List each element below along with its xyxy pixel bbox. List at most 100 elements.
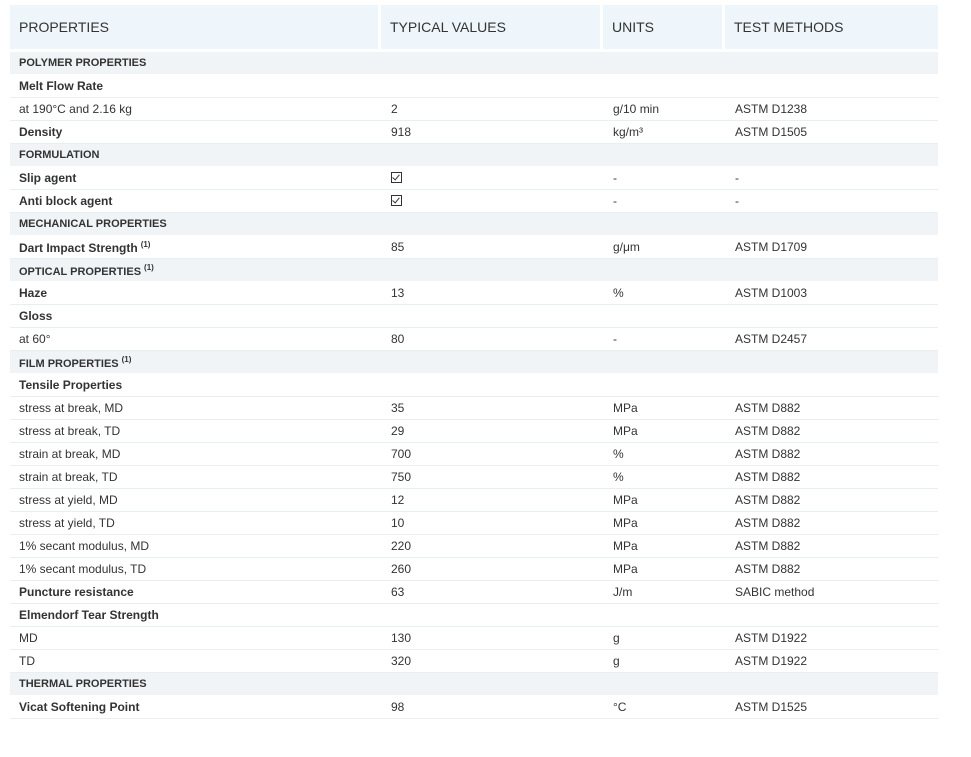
table-row: stress at break, TD 29 MPa ASTM D882 (10, 420, 938, 443)
test-method: - (725, 190, 938, 213)
property-cell: 1% secant modulus, TD (10, 558, 381, 581)
section-title: FILM PROPERTIES (19, 357, 119, 370)
test-method: ASTM D882 (725, 443, 938, 466)
unit-value: °C (603, 696, 725, 719)
property-cell: Puncture resistance (10, 581, 381, 604)
property-name: strain at break, MD (19, 447, 121, 461)
property-name: 1% secant modulus, TD (19, 562, 147, 576)
header-units: UNITS (603, 5, 725, 49)
property-cell: 1% secant modulus, MD (10, 535, 381, 558)
property-cell: Density (10, 121, 381, 144)
typical-value: 85 (381, 236, 603, 259)
test-method: ASTM D1922 (725, 627, 938, 650)
section-header-row: POLYMER PROPERTIES (10, 52, 938, 75)
section-header-row: MECHANICAL PROPERTIES (10, 213, 938, 236)
property-cell: stress at yield, TD (10, 512, 381, 535)
typical-value: 220 (381, 535, 603, 558)
section-header-row: FILM PROPERTIES (1) (10, 351, 938, 374)
subheading-label: Gloss (10, 305, 938, 328)
test-method: ASTM D882 (725, 558, 938, 581)
footnote-marker: (1) (144, 262, 154, 272)
property-cell: stress at break, TD (10, 420, 381, 443)
test-method: ASTM D882 (725, 466, 938, 489)
unit-value: MPa (603, 535, 725, 558)
test-method: ASTM D882 (725, 420, 938, 443)
property-cell: at 190°C and 2.16 kg (10, 98, 381, 121)
property-cell: Haze (10, 282, 381, 305)
unit-value: % (603, 282, 725, 305)
unit-value: - (603, 167, 725, 190)
section-title: THERMAL PROPERTIES (19, 678, 147, 690)
test-method: ASTM D882 (725, 512, 938, 535)
table-row: Haze 13% ASTM D1003 (10, 282, 938, 305)
header-typical-values: TYPICAL VALUES (381, 5, 603, 49)
unit-value: MPa (603, 420, 725, 443)
property-cell: stress at break, MD (10, 397, 381, 420)
typical-value: 750 (381, 466, 603, 489)
property-cell: strain at break, MD (10, 443, 381, 466)
property-cell: MD (10, 627, 381, 650)
section-label: POLYMER PROPERTIES (10, 52, 938, 75)
unit-value: MPa (603, 512, 725, 535)
unit-value: g/10 min (603, 98, 725, 121)
test-method: ASTM D1505 (725, 121, 938, 144)
property-cell: Anti block agent (10, 190, 381, 213)
test-method: ASTM D1709 (725, 236, 938, 259)
header-test-methods: TEST METHODS (725, 5, 938, 49)
unit-value: MPa (603, 397, 725, 420)
property-name: Density (19, 125, 63, 139)
subheading-row: Tensile Properties (10, 374, 938, 397)
typical-value: 98 (381, 696, 603, 719)
property-name: Haze (19, 286, 48, 300)
unit-value: g (603, 627, 725, 650)
value-cell (381, 167, 603, 190)
property-cell: TD (10, 650, 381, 673)
table-row: Density 918 kg/m³ ASTM D1505 (10, 121, 938, 144)
table-row: 1% secant modulus, TD 260 MPa ASTM D882 (10, 558, 938, 581)
subheading-label: Melt Flow Rate (10, 75, 938, 98)
section-label: FILM PROPERTIES (1) (10, 351, 938, 374)
unit-value: MPa (603, 558, 725, 581)
section-label: MECHANICAL PROPERTIES (10, 213, 938, 236)
table-row: Dart Impact Strength (1) 85 g/μm ASTM D1709 (10, 236, 938, 259)
typical-value: 2 (381, 98, 603, 121)
table-row: TD 320 g ASTM D1922 (10, 650, 938, 673)
property-name: stress at yield, MD (19, 493, 118, 507)
property-cell: strain at break, TD (10, 466, 381, 489)
test-method: ASTM D1922 (725, 650, 938, 673)
subheading-row: Gloss (10, 305, 938, 328)
property-cell: Dart Impact Strength (1) (10, 236, 381, 259)
typical-value: 260 (381, 558, 603, 581)
table-row: Puncture resistance 63 J/m SABIC method (10, 581, 938, 604)
value-cell (381, 190, 603, 213)
test-method: ASTM D1525 (725, 696, 938, 719)
subheading-label: Elmendorf Tear Strength (10, 604, 938, 627)
property-name: 1% secant modulus, MD (19, 539, 150, 553)
table-row: 1% secant modulus, MD 220 MPa ASTM D882 (10, 535, 938, 558)
table-row: at 60° 80- ASTM D2457 (10, 328, 938, 351)
typical-value: 700 (381, 443, 603, 466)
properties-table-container: PROPERTIES TYPICAL VALUES UNITS TEST MET… (10, 5, 938, 719)
table-row: MD 130 g ASTM D1922 (10, 627, 938, 650)
table-row: stress at yield, MD 12 MPa ASTM D882 (10, 489, 938, 512)
unit-value: MPa (603, 489, 725, 512)
footnote-marker: (1) (121, 354, 132, 364)
table-row: Slip agent - - (10, 167, 938, 190)
footnote-marker: (1) (140, 239, 151, 249)
test-method: ASTM D1238 (725, 98, 938, 121)
property-name: stress at break, TD (19, 424, 121, 438)
property-cell: stress at yield, MD (10, 489, 381, 512)
unit-value: kg/m³ (603, 121, 725, 144)
test-method: SABIC method (725, 581, 938, 604)
property-name: MD (19, 631, 38, 645)
typical-value: 13 (381, 282, 603, 305)
test-method: ASTM D882 (725, 535, 938, 558)
section-label: OPTICAL PROPERTIES (1) (10, 259, 938, 282)
table-body: POLYMER PROPERTIES Melt Flow Rate at 190°C… (10, 52, 938, 719)
property-name: Anti block agent (19, 194, 113, 208)
property-name: Dart Impact Strength (19, 240, 138, 255)
property-name: Puncture resistance (19, 585, 134, 599)
unit-value: g/μm (603, 236, 725, 259)
table-row: strain at break, MD 700% ASTM D882 (10, 443, 938, 466)
typical-value: 320 (381, 650, 603, 673)
